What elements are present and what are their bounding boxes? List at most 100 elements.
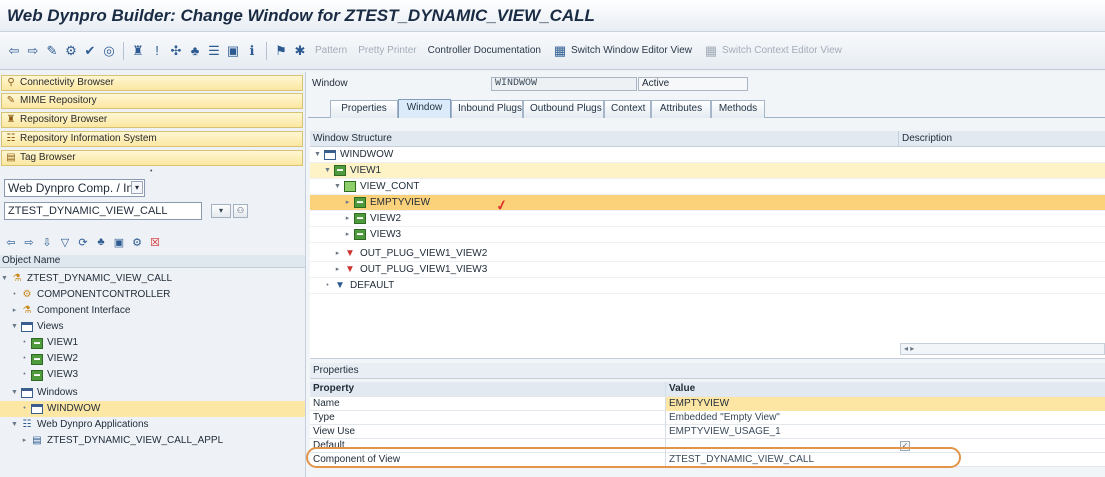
switch-context-editor-button[interactable]: ▦ Switch Context Editor View (699, 43, 846, 59)
breakpoint-icon[interactable]: ✱ (292, 43, 308, 59)
tab-context[interactable]: Context (604, 100, 651, 118)
structure-node-emptyview[interactable]: ▸ ▬ EMPTYVIEW ✓ (310, 195, 1105, 214)
connectivity-browser-button[interactable]: ⚲ Connectivity Browser (1, 75, 303, 91)
info-square-icon[interactable]: ℹ (244, 43, 260, 59)
tree-node-view3[interactable]: • ▬ VIEW3 (0, 367, 305, 383)
properties-title: Properties (310, 363, 1105, 379)
hierarchy-icon[interactable]: ♣ (187, 43, 203, 59)
table-row[interactable]: View Use EMPTYVIEW_USAGE_1 (310, 425, 1105, 439)
table-row[interactable]: Type Embedded "Empty View" (310, 411, 1105, 425)
where-used-icon[interactable]: ♜ (130, 43, 146, 59)
structure-node-view1[interactable]: ▼ ▬ VIEW1 (310, 163, 1105, 179)
structure-node-view-cont[interactable]: ▼ VIEW_CONT (310, 179, 1105, 195)
activate-icon[interactable]: ◎ (101, 43, 117, 59)
controller-documentation-button[interactable]: Controller Documentation (424, 45, 545, 56)
collapse-icon[interactable]: ▼ (0, 271, 9, 287)
object-name-dropdown-button[interactable]: ▾ (211, 204, 231, 218)
tab-properties[interactable]: Properties (330, 100, 398, 118)
tab-methods[interactable]: Methods (711, 100, 765, 118)
property-value[interactable]: EMPTYVIEW (665, 397, 1105, 411)
other-object-icon[interactable]: ⚙ (63, 43, 79, 59)
object-type-select[interactable]: Web Dynpro Comp. / Intf. ▾ (4, 179, 145, 197)
table-row[interactable]: Name EMPTYVIEW (310, 397, 1105, 411)
forward-arrow-icon[interactable]: ⇨ (25, 43, 41, 59)
tree-node-component[interactable]: ▼ ⚗ ZTEST_DYNAMIC_VIEW_CALL (0, 271, 305, 287)
close-icon[interactable]: ☒ (148, 235, 162, 249)
collapse-icon[interactable]: ▼ (10, 385, 19, 401)
collapse-icon[interactable]: ▼ (333, 179, 342, 195)
structure-node-windwow[interactable]: ▼ WINDWOW (310, 147, 1105, 163)
window-name-field[interactable]: WINDWOW (491, 77, 637, 91)
switch-window-editor-button[interactable]: ▦ Switch Window Editor View (548, 43, 696, 59)
collapse-icon[interactable]: ▼ (10, 319, 19, 335)
navigation-icon[interactable]: ✣ (168, 43, 184, 59)
test-icon[interactable]: ⚑ (273, 43, 289, 59)
chevron-down-icon[interactable]: ▾ (131, 181, 143, 194)
expand-icon[interactable]: ▸ (10, 303, 19, 319)
property-name: View Use (313, 426, 356, 437)
view-icon: ▬ (353, 213, 367, 225)
grid-icon: ▦ (553, 42, 567, 58)
tree-node-view2[interactable]: • ▬ VIEW2 (0, 351, 305, 367)
collapse-icon[interactable]: ▼ (323, 163, 332, 179)
annotation-highlight-oval (306, 447, 961, 468)
pretty-printer-button[interactable]: Pretty Printer (354, 45, 420, 56)
structure-node-out-plug-view3[interactable]: ▸ ▼ OUT_PLUG_VIEW1_VIEW3 (310, 262, 1105, 278)
tree-node-web-dynpro-applications[interactable]: ▼ ☷ Web Dynpro Applications (0, 417, 305, 433)
back-arrow-icon[interactable]: ⇦ (6, 43, 22, 59)
tree-node-label: ZTEST_DYNAMIC_VIEW_CALL_APPL (47, 435, 224, 446)
tree-node-componentcontroller[interactable]: • ⚙ COMPONENTCONTROLLER (0, 287, 305, 303)
tag-icon: ▤ (6, 152, 16, 163)
tab-window[interactable]: Window (398, 99, 451, 118)
structure-node-label: VIEW_CONT (360, 180, 420, 192)
horizontal-scrollbar[interactable]: ◂ ▸ (900, 343, 1105, 355)
tree-node-views[interactable]: ▼ Views (0, 319, 305, 335)
tag-browser-button[interactable]: ▤ Tag Browser (1, 150, 303, 166)
tree-node-label: Windows (37, 387, 78, 398)
expand-icon[interactable]: ▸ (20, 433, 29, 449)
structure-node-view2[interactable]: ▸ ▬ VIEW2 (310, 211, 1105, 227)
tab-inbound-plugs[interactable]: Inbound Plugs (451, 100, 523, 118)
expand-icon[interactable]: ▸ (333, 262, 342, 278)
tab-attributes[interactable]: Attributes (651, 100, 711, 118)
structure-node-view3[interactable]: ▸ ▬ VIEW3 (310, 227, 1105, 243)
filter-icon[interactable]: ▽ (58, 235, 72, 249)
tree-node-windwow[interactable]: • WINDWOW (0, 401, 305, 417)
tree-node-component-interface[interactable]: ▸ ⚗ Component Interface (0, 303, 305, 319)
check-icon[interactable]: ✔ (82, 43, 98, 59)
expand-icon[interactable]: ▸ (343, 211, 352, 227)
pattern-button[interactable]: Pattern (311, 45, 351, 56)
structure-node-out-plug-view2[interactable]: ▸ ▼ OUT_PLUG_VIEW1_VIEW2 (310, 246, 1105, 262)
collapse-icon[interactable]: ▼ (10, 417, 19, 433)
description-column: Description (898, 131, 952, 147)
expand-icon[interactable]: ▸ (343, 227, 352, 243)
hierarchy-icon[interactable]: ♣ (94, 235, 108, 249)
object-name-input[interactable]: ZTEST_DYNAMIC_VIEW_CALL (4, 202, 202, 220)
object-list-icon[interactable]: ☰ (206, 43, 222, 59)
tree-node-view1[interactable]: • ▬ VIEW1 (0, 335, 305, 351)
view-icon: ▬ (353, 197, 367, 209)
structure-node-label: OUT_PLUG_VIEW1_VIEW2 (360, 247, 488, 259)
repository-information-system-button[interactable]: ☷ Repository Information System (1, 131, 303, 147)
tab-outbound-plugs[interactable]: Outbound Plugs (523, 100, 604, 118)
tree-node-windows[interactable]: ▼ Windows (0, 385, 305, 401)
next-object-icon[interactable]: ⇨ (22, 235, 36, 249)
collapse-icon[interactable]: ▼ (313, 147, 322, 163)
up-level-icon[interactable]: ⇩ (40, 235, 54, 249)
repository-browser-button[interactable]: ♜ Repository Browser (1, 112, 303, 128)
fullscreen-icon[interactable]: ▣ (225, 43, 241, 59)
title-bar: Web Dynpro Builder: Change Window for ZT… (0, 0, 1105, 32)
display-change-icon[interactable]: ✎ (44, 43, 60, 59)
inbound-plug-icon: ▼ (335, 279, 345, 291)
folder-icon[interactable]: ▣ (112, 235, 126, 249)
info-icon[interactable]: ! (149, 43, 165, 59)
tree-node-application[interactable]: ▸ ▤ ZTEST_DYNAMIC_VIEW_CALL_APPL (0, 433, 305, 449)
expand-icon[interactable]: ▸ (343, 195, 352, 211)
settings-icon[interactable]: ⚙ (130, 235, 144, 249)
display-button[interactable]: ⚇ (233, 204, 248, 218)
expand-icon[interactable]: ▸ (333, 246, 342, 262)
mime-repository-button[interactable]: ✎ MIME Repository (1, 93, 303, 109)
refresh-icon[interactable]: ⟳ (76, 235, 90, 249)
structure-node-default[interactable]: • ▼ DEFAULT (310, 278, 1105, 294)
previous-object-icon[interactable]: ⇦ (4, 235, 18, 249)
